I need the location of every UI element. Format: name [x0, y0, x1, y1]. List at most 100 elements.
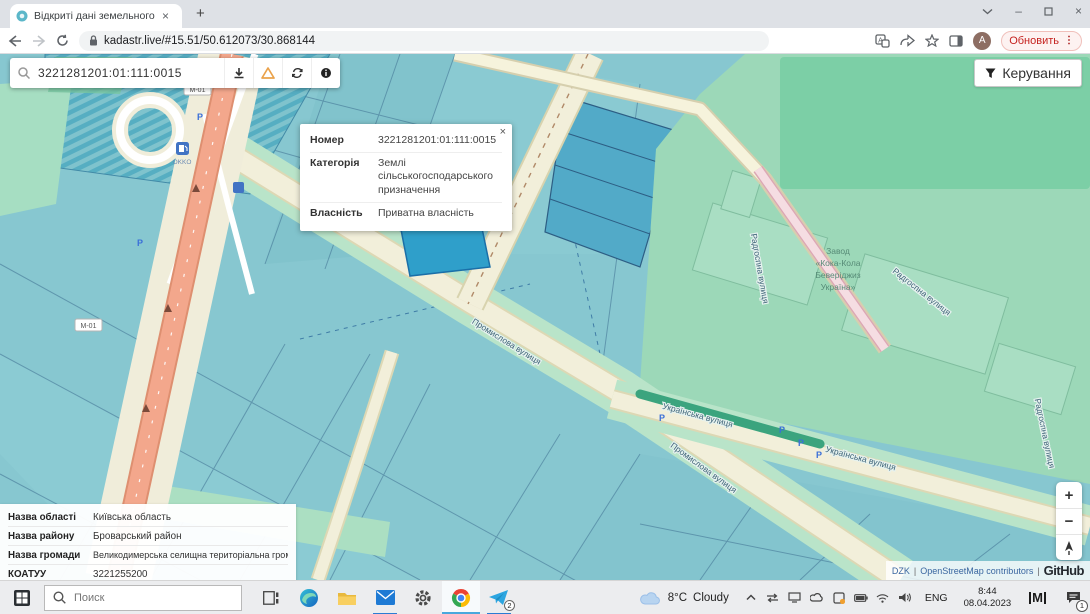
- cadastre-search: [10, 58, 340, 88]
- svg-text:Україна»: Україна»: [821, 282, 856, 292]
- share-icon[interactable]: [900, 34, 915, 47]
- browser-tab[interactable]: Відкриті дані земельного кадас ×: [10, 4, 182, 28]
- map-canvas[interactable]: M-01 M-01 OKKO P P P P P P Промислова ву…: [0, 54, 1090, 580]
- popup-close-icon[interactable]: ×: [500, 126, 506, 138]
- info-row: Назва громади Великодимерська селищна те…: [8, 545, 288, 564]
- refresh-button[interactable]: [282, 58, 311, 88]
- taskbar-file-explorer[interactable]: [328, 581, 366, 614]
- bookmark-star-icon[interactable]: [925, 34, 939, 47]
- tab-strip: Відкриті дані земельного кадас × + – ×: [0, 0, 1090, 28]
- tab-favicon: [16, 10, 28, 22]
- search-input[interactable]: [38, 66, 224, 80]
- weather-temp: 8°C: [668, 592, 687, 604]
- warning-button[interactable]: [253, 58, 282, 88]
- compass-needle-icon: [1064, 541, 1074, 555]
- menu-kebab-icon[interactable]: ⋮: [1064, 35, 1074, 46]
- taskbar-chrome[interactable]: [442, 581, 480, 614]
- edge-icon: [299, 588, 319, 608]
- task-view-button[interactable]: [252, 581, 290, 614]
- browser-update-button[interactable]: Обновить ⋮: [1001, 31, 1082, 51]
- svg-text:P: P: [779, 425, 785, 435]
- task-view-icon: [263, 591, 279, 605]
- taskbar-clock[interactable]: 8:44 08.04.2023: [956, 586, 1020, 610]
- address-bar[interactable]: kadastr.live/#15.51/50.612073/30.868144: [79, 31, 769, 51]
- search-icon: [18, 67, 30, 79]
- svg-text:P: P: [197, 112, 203, 122]
- gear-icon: [414, 589, 432, 607]
- network-wifi-icon[interactable]: [875, 590, 891, 606]
- language-indicator[interactable]: ENG: [917, 592, 956, 604]
- svg-text:P: P: [798, 438, 804, 448]
- screen: M-01 M-01 OKKO P P P P P P Промислова ву…: [0, 0, 1090, 614]
- svg-text:P: P: [659, 413, 665, 423]
- start-button[interactable]: [0, 581, 44, 614]
- side-panel-icon[interactable]: [949, 35, 963, 47]
- mail-icon: [376, 590, 395, 605]
- browser-toolbar: kadastr.live/#15.51/50.612073/30.868144 …: [0, 28, 1090, 54]
- region-info-panel: Назва області Київська область Назва рай…: [0, 504, 296, 589]
- sync-arrows-icon[interactable]: [765, 590, 781, 606]
- taskbar: 2 8°C Cloudy: [0, 580, 1090, 614]
- taskbar-weather[interactable]: 8°C Cloudy: [630, 591, 739, 605]
- info-row: Назва області Київська область: [8, 508, 288, 526]
- url-text: kadastr.live/#15.51/50.612073/30.868144: [104, 35, 315, 47]
- app-tray-icon[interactable]: [831, 590, 847, 606]
- new-tab-icon[interactable]: +: [196, 6, 205, 21]
- tray-expand-chevron-icon[interactable]: [743, 590, 759, 606]
- zoom-out-button[interactable]: −: [1056, 508, 1082, 534]
- dzk-link[interactable]: DZK: [892, 566, 910, 576]
- tab-title: Відкриті дані земельного кадас: [34, 10, 156, 22]
- taskbar-edge[interactable]: [290, 581, 328, 614]
- taskbar-telegram[interactable]: 2: [480, 581, 518, 614]
- tab-close-icon[interactable]: ×: [162, 10, 169, 22]
- window-minimize-icon[interactable]: –: [1015, 4, 1022, 18]
- svg-text:OKKO: OKKO: [173, 159, 192, 166]
- speaker-icon[interactable]: [897, 590, 913, 606]
- manage-button[interactable]: Керування: [974, 59, 1082, 87]
- info-row: Назва району Броварський район: [8, 526, 288, 545]
- chrome-icon: [451, 588, 471, 608]
- back-icon[interactable]: [8, 35, 22, 47]
- filter-icon: [985, 68, 996, 79]
- tab-search-chevron-icon[interactable]: [982, 8, 993, 15]
- profile-avatar[interactable]: A: [973, 32, 991, 50]
- taskbar-search-box[interactable]: [44, 585, 242, 611]
- info-button[interactable]: [311, 58, 340, 88]
- telegram-badge: 2: [504, 600, 515, 611]
- taskbar-settings[interactable]: [404, 581, 442, 614]
- clock-date: 08.04.2023: [964, 598, 1012, 610]
- download-button[interactable]: [224, 58, 253, 88]
- notification-center-button[interactable]: 1: [1056, 581, 1090, 614]
- translate-icon[interactable]: A: [875, 34, 890, 48]
- weather-condition: Cloudy: [693, 592, 729, 604]
- lock-icon: [89, 35, 98, 46]
- osm-link[interactable]: OpenStreetMap contributors: [920, 566, 1033, 576]
- system-tray: [739, 590, 917, 606]
- zoom-control: + −: [1056, 482, 1082, 560]
- taskbar-mail[interactable]: [366, 581, 404, 614]
- svg-text:«Кока-Кола: «Кока-Кола: [815, 258, 860, 268]
- folder-icon: [337, 590, 357, 606]
- onedrive-cloud-icon[interactable]: [809, 590, 825, 606]
- svg-text:P: P: [816, 450, 822, 460]
- display-icon[interactable]: [787, 590, 803, 606]
- popup-row: Номер 3221281201:01:111:0015: [310, 130, 502, 152]
- taskbar-search-input[interactable]: [74, 592, 214, 604]
- search-icon: [53, 591, 66, 604]
- notification-badge: 1: [1076, 600, 1088, 612]
- reload-icon[interactable]: [56, 34, 69, 47]
- svg-text:Завод: Завод: [826, 246, 850, 256]
- map-attribution: DZK | OpenStreetMap contributors | GitHu…: [886, 561, 1090, 580]
- m-app-icon[interactable]: M: [1019, 590, 1056, 605]
- forward-icon[interactable]: [32, 35, 46, 47]
- parcel-popup: × Номер 3221281201:01:111:0015 Категорія…: [300, 124, 512, 231]
- popup-row: Категорія Землі сільськогосподарського п…: [310, 152, 502, 202]
- window-close-icon[interactable]: ×: [1075, 4, 1082, 18]
- battery-icon[interactable]: [853, 590, 869, 606]
- poi-icon[interactable]: [233, 182, 244, 193]
- popup-row: Власність Приватна власність: [310, 202, 502, 225]
- window-maximize-icon[interactable]: [1044, 7, 1053, 16]
- zoom-in-button[interactable]: +: [1056, 482, 1082, 508]
- compass-button[interactable]: [1056, 534, 1082, 560]
- github-link[interactable]: GitHub: [1044, 563, 1084, 578]
